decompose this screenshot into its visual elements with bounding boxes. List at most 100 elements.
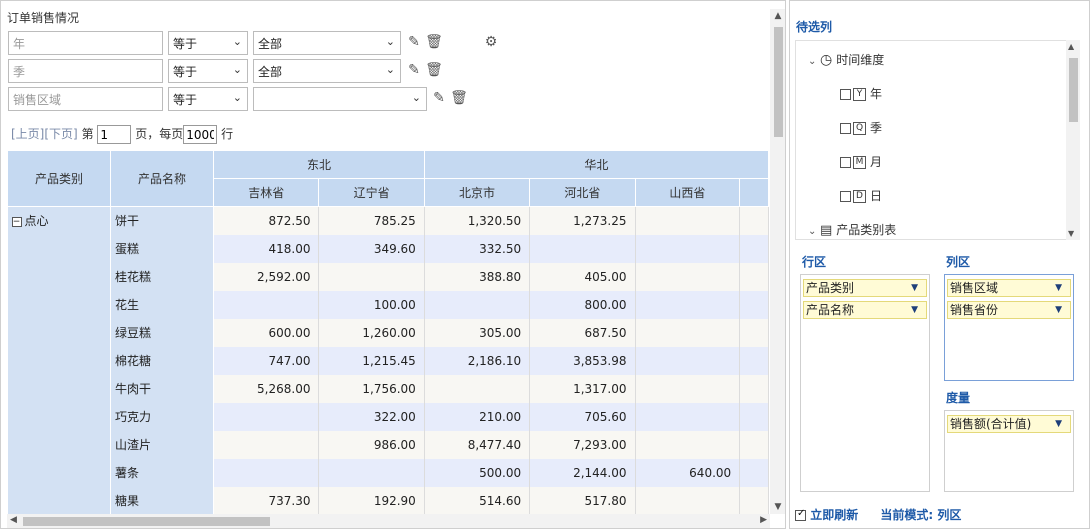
calendar-day-icon: D <box>853 190 866 203</box>
header-province[interactable]: 北京市 <box>423 178 531 207</box>
value-cell: 1,317.00 <box>529 374 636 403</box>
dropdown-icon[interactable]: ▼ <box>1055 416 1062 432</box>
filter-field-year[interactable]: 年 <box>8 31 163 55</box>
product-name-cell[interactable]: 花生 <box>110 290 215 319</box>
dropdown-icon[interactable]: ▼ <box>1055 280 1062 296</box>
checkbox[interactable] <box>840 157 851 168</box>
edit-icon[interactable]: ✎ <box>405 33 423 51</box>
prev-page-link[interactable]: [上页] <box>11 127 44 141</box>
value-cell: 2,186.10 <box>424 346 531 375</box>
value-cell-overflow <box>739 318 769 347</box>
auto-refresh-checkbox[interactable] <box>795 508 806 521</box>
filter-value-region[interactable]: ⌄ <box>253 87 427 111</box>
product-name-cell[interactable]: 蛋糕 <box>110 234 215 263</box>
value-cell <box>635 346 741 375</box>
measure-zone-title: 度量 <box>946 391 971 405</box>
header-product-name[interactable]: 产品名称 <box>109 150 215 207</box>
header-province[interactable]: 辽宁省 <box>318 178 425 207</box>
dropdown-icon[interactable]: ▼ <box>1055 302 1062 318</box>
product-name-cell[interactable]: 巧克力 <box>110 402 215 431</box>
product-name-cell[interactable]: 绿豆糕 <box>110 318 215 347</box>
scroll-thumb[interactable] <box>1069 58 1078 122</box>
value-cell: 388.80 <box>424 262 531 291</box>
dropdown-icon[interactable]: ▼ <box>911 302 918 318</box>
value-cell-overflow <box>739 290 769 319</box>
product-name-cell[interactable]: 薯条 <box>110 458 215 487</box>
scroll-down-icon[interactable]: ▼ <box>1068 229 1074 238</box>
page-number-input[interactable] <box>97 125 132 144</box>
checkbox[interactable] <box>840 191 851 202</box>
header-region-north[interactable]: 华北 <box>423 150 769 179</box>
value-cell: 349.60 <box>318 234 425 263</box>
filter-op-region[interactable]: 等于 ⌄ <box>168 87 248 111</box>
measure-zone[interactable]: 销售额(合计值) ▼ <box>944 410 1074 492</box>
category-cell[interactable]: − 点心 <box>7 206 111 514</box>
tree-node-product-table[interactable]: ⌄ ▤ 产品类别表 <box>808 221 896 238</box>
checkbox[interactable] <box>840 89 851 100</box>
scroll-thumb[interactable] <box>774 27 783 137</box>
header-province[interactable]: 河北省 <box>529 178 636 207</box>
product-name-cell[interactable]: 棉花糖 <box>110 346 215 375</box>
tree-item-day[interactable]: D日 <box>840 187 882 204</box>
filter-value-label: 全部 <box>258 37 283 51</box>
filter-value-year[interactable]: 全部 ⌄ <box>253 31 401 55</box>
vertical-scrollbar[interactable]: ▲ ▼ <box>770 9 785 514</box>
value-cell <box>213 290 320 319</box>
header-product-category[interactable]: 产品类别 <box>7 150 111 207</box>
col-chip-province[interactable]: 销售省份 ▼ <box>947 301 1071 319</box>
row-zone[interactable]: 产品类别 ▼ 产品名称 ▼ <box>800 274 930 492</box>
product-name-cell[interactable]: 饼干 <box>110 206 215 235</box>
dropdown-icon[interactable]: ▼ <box>911 280 918 296</box>
filter-op-quarter[interactable]: 等于 ⌄ <box>168 59 248 83</box>
col-zone[interactable]: 销售区域 ▼ 销售省份 ▼ <box>944 274 1074 381</box>
tree-item-quarter[interactable]: Q季 <box>840 119 882 136</box>
filter-value-quarter[interactable]: 全部 ⌄ <box>253 59 401 83</box>
page-size-input[interactable] <box>183 125 218 144</box>
value-cell: 322.00 <box>318 402 425 431</box>
header-province[interactable]: 山西省 <box>634 178 741 207</box>
table-row: 薯条 500.00 2,144.00 640.00 <box>8 458 769 487</box>
header-region-northeast[interactable]: 东北 <box>213 150 425 179</box>
tree-item-month[interactable]: M月 <box>840 153 882 170</box>
horizontal-scrollbar[interactable]: ◀ ▶ <box>7 514 770 528</box>
product-name-cell[interactable]: 糖果 <box>110 486 215 514</box>
page-title: 订单销售情况 <box>7 11 80 25</box>
scroll-down-icon[interactable]: ▼ <box>770 502 785 512</box>
checkbox[interactable] <box>840 123 851 134</box>
header-province[interactable]: 吉林省 <box>213 178 320 207</box>
tree-scrollbar[interactable]: ▲ ▼ <box>1066 40 1080 240</box>
filter-op-year[interactable]: 等于 ⌄ <box>168 31 248 55</box>
filter-field-region[interactable]: 销售区域 <box>8 87 163 111</box>
tree-item-year[interactable]: Y年 <box>840 85 882 102</box>
value-cell: 640.00 <box>635 458 741 487</box>
filter-field-quarter[interactable]: 季 <box>8 59 163 83</box>
edit-icon[interactable]: ✎ <box>405 61 423 79</box>
edit-icon[interactable]: ✎ <box>430 89 448 107</box>
col-chip-region[interactable]: 销售区域 ▼ <box>947 279 1071 297</box>
scroll-up-icon[interactable]: ▲ <box>1068 42 1074 51</box>
scroll-up-icon[interactable]: ▲ <box>770 11 785 21</box>
value-cell: 737.30 <box>213 486 320 514</box>
delete-icon[interactable]: 🗑 <box>425 33 443 51</box>
product-name-cell[interactable]: 山渣片 <box>110 430 215 459</box>
gear-icon[interactable]: ⚙ <box>482 33 500 51</box>
delete-icon[interactable]: 🗑 <box>450 89 468 107</box>
auto-refresh-label[interactable]: 立即刷新 <box>810 508 858 522</box>
scroll-left-icon[interactable]: ◀ <box>10 515 17 525</box>
value-cell: 1,215.45 <box>318 346 425 375</box>
scroll-right-icon[interactable]: ▶ <box>760 515 767 525</box>
tree-item-label: 月 <box>870 155 883 169</box>
collapse-icon[interactable]: − <box>11 216 22 227</box>
value-cell: 517.80 <box>529 486 636 514</box>
scroll-thumb[interactable] <box>23 517 270 526</box>
row-chip-name[interactable]: 产品名称 ▼ <box>803 301 927 319</box>
value-cell <box>635 374 741 403</box>
next-page-link[interactable]: [下页] <box>44 127 77 141</box>
product-name-cell[interactable]: 桂花糕 <box>110 262 215 291</box>
measure-chip-sales[interactable]: 销售额(合计值) ▼ <box>947 415 1071 433</box>
tree-node-time-dimension[interactable]: ⌄ ◷ 时间维度 <box>808 51 884 68</box>
product-name-cell[interactable]: 牛肉干 <box>110 374 215 403</box>
row-chip-category[interactable]: 产品类别 ▼ <box>803 279 927 297</box>
tree-item-label: 日 <box>870 189 883 203</box>
delete-icon[interactable]: 🗑 <box>425 61 443 79</box>
